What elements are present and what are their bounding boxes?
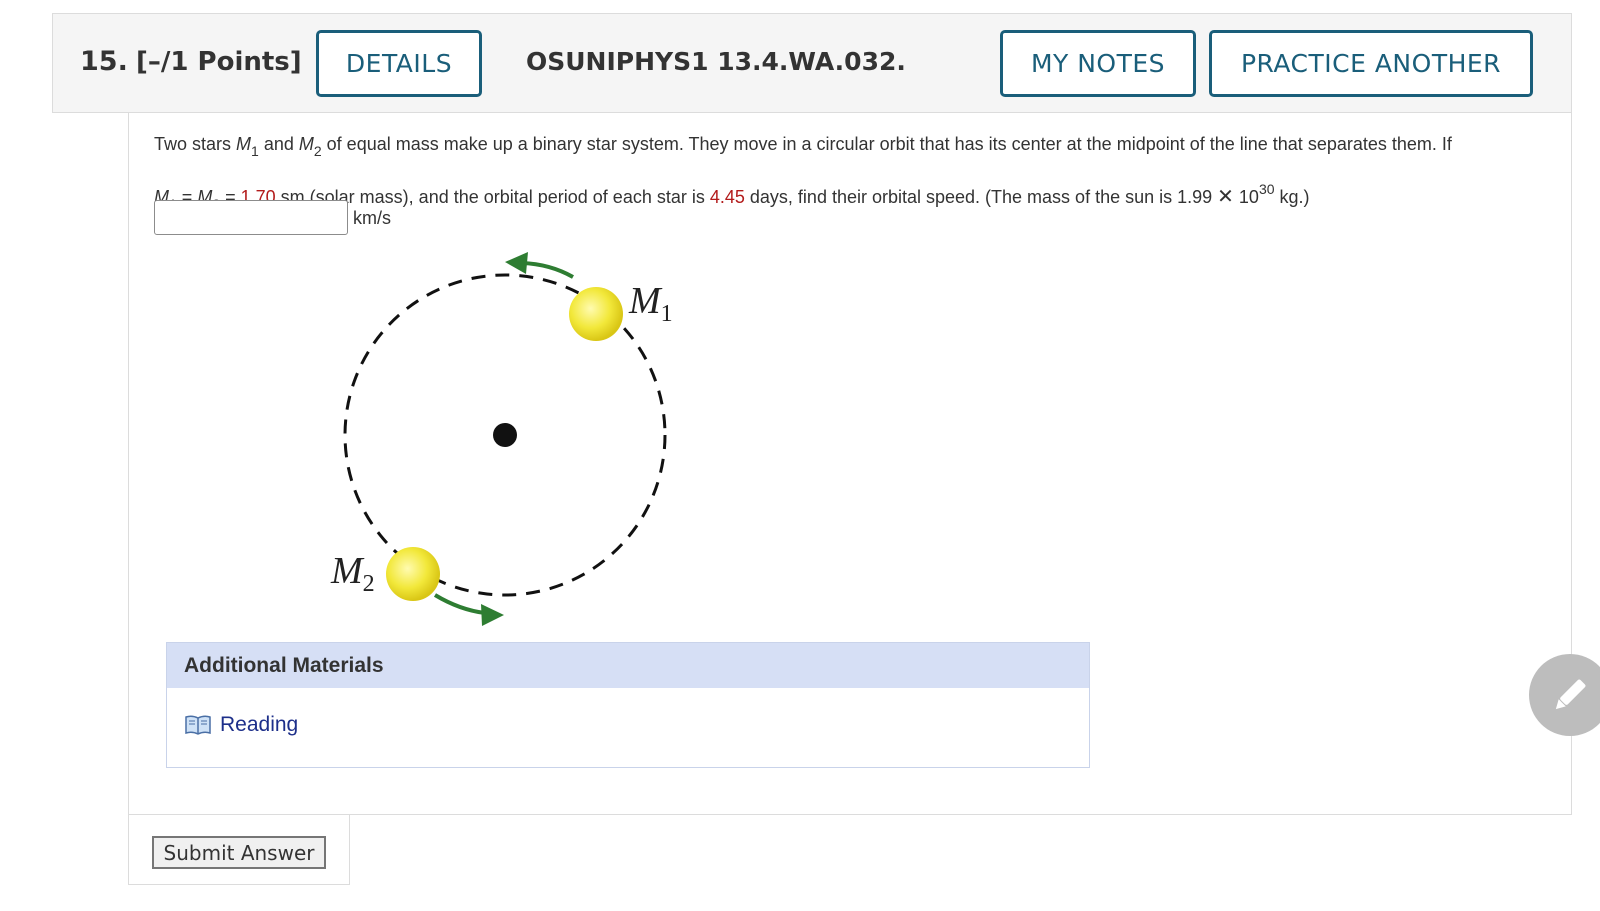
reading-item[interactable]: Reading: [184, 713, 298, 737]
question-number: 15.: [80, 46, 128, 77]
question-header: 15. [–/1 Points] DETAILS OSUNIPHYS1 13.4…: [52, 13, 1572, 113]
star-m1: [569, 287, 623, 341]
problem-code: OSUNIPHYS1 13.4.WA.032.: [526, 47, 906, 76]
book-icon: [185, 715, 211, 735]
center-of-mass-dot: [493, 423, 517, 447]
answer-input[interactable]: [154, 200, 348, 235]
answer-unit: km/s: [353, 208, 391, 228]
details-button[interactable]: DETAILS: [316, 30, 482, 97]
arrow-m1-icon: [505, 252, 574, 279]
additional-materials-title: Additional Materials: [167, 643, 1089, 688]
label-m1: M1: [628, 280, 673, 327]
reading-link[interactable]: Reading: [220, 713, 298, 737]
times-sign: ✕: [1217, 186, 1234, 208]
points-label: [–/1 Points]: [136, 47, 302, 77]
question-line-1: Two stars M1 and M2 of equal mass make u…: [154, 134, 1452, 159]
pencil-icon: [1555, 679, 1586, 710]
period-value: 4.45: [709, 187, 745, 207]
arrow-m2-icon: [433, 593, 504, 626]
additional-materials-panel: Additional Materials Reading: [166, 642, 1090, 768]
my-notes-button[interactable]: MY NOTES: [1000, 30, 1196, 97]
star-m2: [386, 547, 440, 601]
label-m2: M2: [330, 550, 375, 597]
binary-star-diagram: M1 M2: [330, 252, 673, 626]
practice-another-button[interactable]: PRACTICE ANOTHER: [1209, 30, 1533, 97]
submit-answer-button[interactable]: Submit Answer: [152, 836, 326, 869]
